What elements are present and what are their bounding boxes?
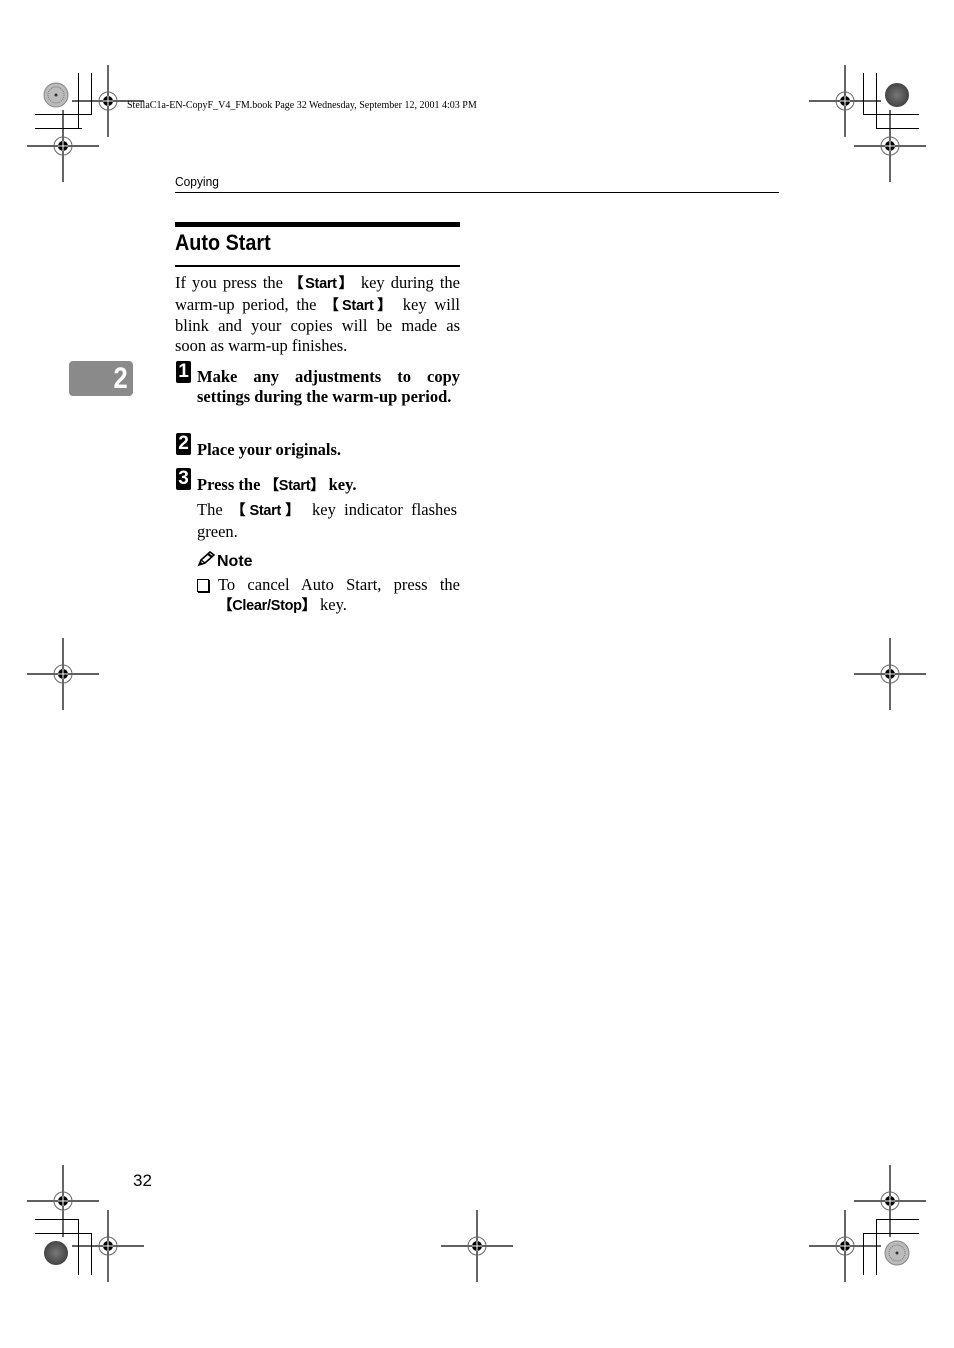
registration-target-icon [71,1209,145,1283]
bracket-open: 【 [289,276,306,292]
running-header: Copying [175,174,219,189]
start-key: 【Start】 [324,298,395,314]
header-rule [175,192,779,193]
intro-paragraph: If you press the 【Start】 key during the … [175,273,460,356]
file-header: StellaC1a-EN-CopyF_V4_FM.book Page 32 We… [127,100,477,111]
bracket-close: 】 [373,297,396,314]
starburst-disc-icon [884,1240,910,1266]
bracket-close: 】 [336,276,355,292]
gray-disc-icon [885,83,909,107]
registration-target-icon [808,64,882,138]
step-detail: The 【Start】 key indicator flashes green. [197,500,457,541]
gray-disc-icon [44,1241,68,1265]
key-label: Start [278,478,311,494]
key-label: Start [249,503,281,519]
registration-targets [26,64,927,1283]
note-text: To cancel Auto Start, press the 【Clear/S… [218,575,460,616]
section-title: Auto Start [175,230,271,255]
bracket-open: 【 [231,503,250,519]
key-label: Start [342,297,374,314]
checkbox-bullet-icon [197,579,209,592]
registration-target-icon [853,637,927,711]
key-label: Start [305,276,337,292]
step-text: Place your originals. [197,440,342,459]
registration-target-icon [26,109,100,183]
starburst-disc-icon [43,82,69,108]
title-bar [175,222,460,227]
step-number-badge: 1 [176,361,191,383]
registration-target-icon [26,1164,100,1238]
detail-text: The [197,500,232,519]
bracket-close: 】 [310,478,325,494]
registration-target-icon [808,1209,882,1283]
note-text-part: To cancel Auto Start, press the [218,575,460,594]
registration-target-icon [853,109,927,183]
note-label: Note [217,553,253,570]
step-text: Press the 【Start】 key. [197,475,460,497]
step-text-part: key. [324,475,357,494]
step-number-badge: 3 [176,468,191,490]
chapter-tab: 2 [69,361,133,396]
bracket-close: 】 [281,503,304,519]
clear-stop-key: 【Clear/Stop】 [218,598,316,614]
pencil-icon [197,550,216,567]
step-text-part: Press the [197,475,265,494]
key-label: Clear/Stop [232,597,302,614]
registration-target-icon [26,637,100,711]
note-text-part: key. [315,594,347,614]
start-key: 【Start】 [265,478,325,494]
start-key: 【Start】 [289,276,355,292]
bracket-close: 】 [301,597,317,614]
registration-target-icon [853,1164,927,1238]
bracket-open: 【 [218,597,233,614]
step-number-badge: 2 [176,433,191,455]
title-rule [175,265,460,267]
bracket-open: 【 [264,478,280,494]
note-heading: Note [197,550,253,571]
intro-text: If you press the [175,273,290,292]
registration-target-icon [440,1209,514,1283]
step-text: Make any adjustments to copy settings du… [197,367,460,406]
bracket-open: 【 [324,297,343,314]
page-number: 32 [133,1171,152,1190]
start-key: 【Start】 [231,503,304,519]
chapter-number: 2 [113,362,128,395]
